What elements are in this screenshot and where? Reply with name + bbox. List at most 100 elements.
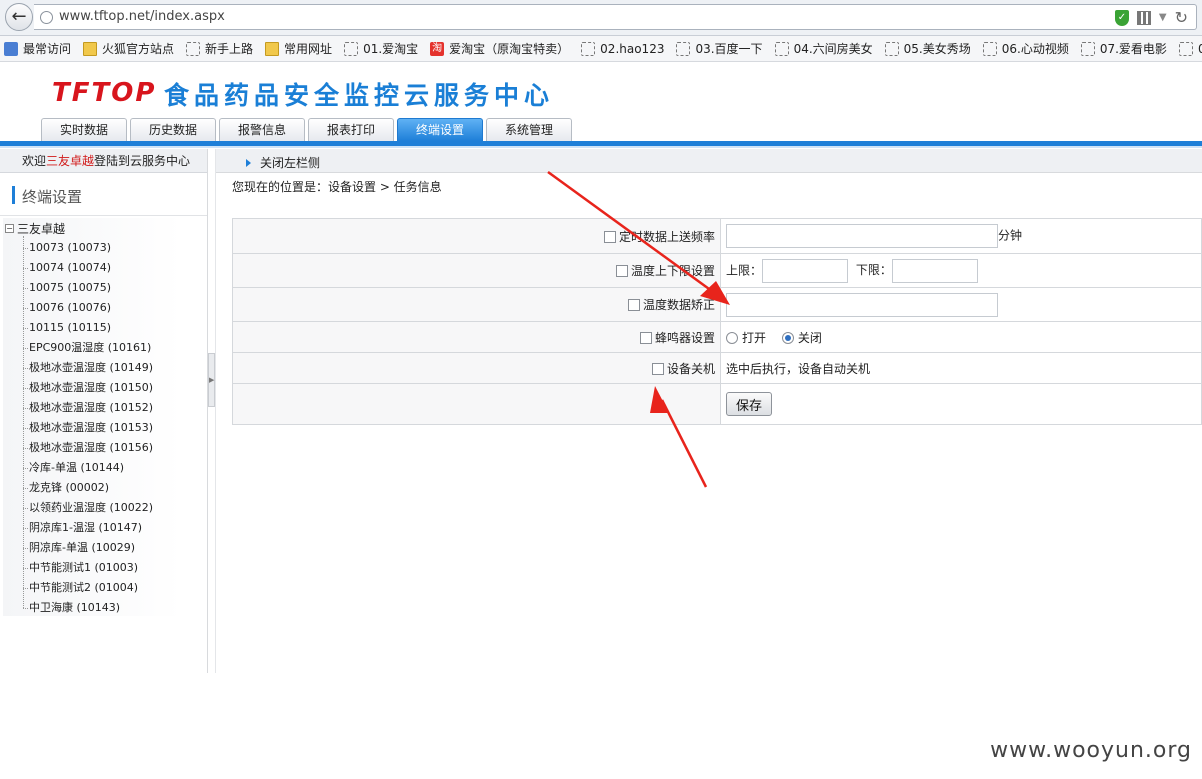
row-temp-limits: 温度上下限设置 上限： 下限： [232,253,1202,288]
bookmark-item[interactable]: 03.百度一下 [676,40,763,57]
bookmark-label[interactable]: 03.百度一下 [695,40,762,57]
tree-item[interactable]: 冷库-单温 (10144) [23,458,153,478]
tree-root-label[interactable]: 三友卓越 [17,220,65,237]
shutdown-hint: 选中后执行，设备自动关机 [726,361,871,376]
bookmark-item[interactable]: 新手上路 [186,40,253,57]
bookmark-label[interactable]: 04.六间房美女 [794,40,873,57]
temp-limits-label: 温度上下限设置 [630,264,715,278]
collapse-minus-icon[interactable]: − [5,224,14,233]
tab-6[interactable]: 系统管理 [486,118,572,141]
bookmark-label[interactable]: 01.爱淘宝 [363,40,418,57]
section-marker [12,186,15,204]
tab-2[interactable]: 历史数据 [130,118,216,141]
sidebar-collapse-handle[interactable]: ▶ [208,353,215,407]
buzzer-off-label: 关闭 [797,330,822,345]
reload-icon[interactable]: ↻ [1175,8,1188,27]
tab-4[interactable]: 报表打印 [308,118,394,141]
sidebar-divider [207,149,208,673]
chevron-down-icon[interactable]: ▼ [1159,12,1167,23]
bookmark-item[interactable]: 常用网址 [265,40,332,57]
security-shield-icon[interactable]: ✓ [1114,9,1129,26]
upload-frequency-label-cell: 定时数据上送频率 [232,218,721,254]
bookmark-item[interactable]: 07.爱看电影 [1080,40,1167,57]
bookmark-label[interactable]: 火狐官方站点 [102,40,174,57]
bookmark-item[interactable]: 02.hao123 [581,41,664,56]
close-sidebar-link[interactable]: 关闭左栏侧 [246,154,320,171]
tree-item[interactable]: 中节能测试2 (01004) [23,578,153,598]
address-field[interactable]: www.tftop.net/index.aspx ✓ ▼ ↻ [34,4,1197,30]
buzzer-on-radio[interactable] [726,331,738,344]
shutdown-checkbox[interactable] [651,362,664,375]
site-title: 食品药品安全监控云服务中心 [164,81,555,110]
bookmark-item[interactable]: 火狐官方站点 [83,40,174,57]
save-button[interactable]: 保存 [726,392,773,416]
tree-item[interactable]: 极地冰壶温湿度 (10153) [23,418,153,438]
bookmark-item[interactable]: 01.爱淘宝 [344,40,418,57]
upload-frequency-input[interactable] [726,224,998,248]
tab-5[interactable]: 终端设置 [397,118,483,141]
qr-code-icon[interactable] [1136,10,1151,25]
upload-frequency-label: 定时数据上送频率 [618,229,715,244]
page-icon [1080,41,1095,56]
bookmark-item[interactable]: 最常访问 [4,40,71,57]
tree-item[interactable]: 10076 (10076) [23,298,153,318]
tree-item[interactable]: 极地冰壶温湿度 (10152) [23,398,153,418]
close-sidebar-label[interactable]: 关闭左栏侧 [260,154,320,171]
buzzer-label: 蜂鸣器设置 [654,330,715,345]
lower-limit-input[interactable] [891,258,978,283]
tree-item[interactable]: 阴凉库-单温 (10029) [23,538,153,558]
bookmark-item[interactable]: 08.相亲网 [1178,40,1202,57]
buzzer-value-cell: 打开 关闭 [720,321,1202,353]
buzzer-off-radio[interactable] [781,331,794,344]
upper-limit-label: 上限： [726,263,763,277]
tree-root[interactable]: − 三友卓越 [5,220,65,237]
tree-item[interactable]: 极地冰壶温湿度 (10156) [23,438,153,458]
temp-calibration-label: 温度数据矫正 [642,298,715,312]
bookmark-label[interactable]: 08.相亲网 [1198,40,1202,57]
bookmark-label[interactable]: 新手上路 [205,40,253,57]
save-label-cell [232,383,721,425]
bookmark-label[interactable]: 爱淘宝（原淘宝特卖） [449,40,569,57]
task-settings-form: 定时数据上送频率 分钟 温度上下限设置 上限： 下限： 温度数据矫正 蜂鸣器设置… [232,218,1202,425]
temp-calibration-value-cell [720,287,1202,322]
bookmark-label[interactable]: 最常访问 [23,40,71,57]
tree-items: 10073 (10073) 10074 (10074) 10075 (10075) 1… [23,238,153,618]
upper-limit-input[interactable] [762,258,849,283]
buzzer-checkbox[interactable] [639,331,652,344]
bookmark-label[interactable]: 06.心动视频 [1002,40,1069,57]
tab-1[interactable]: 实时数据 [41,118,127,141]
bookmark-label[interactable]: 07.爱看电影 [1100,40,1167,57]
tree-item[interactable]: 10074 (10074) [23,258,153,278]
bookmark-item[interactable]: 04.六间房美女 [774,40,873,57]
temp-limits-checkbox[interactable] [615,265,628,277]
bookmark-item[interactable]: 05.美女秀场 [884,40,971,57]
temp-calibration-input[interactable] [726,292,998,317]
tab-3[interactable]: 报警信息 [219,118,305,141]
tree-item[interactable]: 10075 (10075) [23,278,153,298]
tree-item[interactable]: 10073 (10073) [23,238,153,258]
bookmark-label[interactable]: 02.hao123 [600,42,664,56]
shutdown-label: 设备关机 [666,361,715,376]
tree-item[interactable]: 以领药业温湿度 (10022) [23,498,153,518]
bookmark-item[interactable]: 06.心动视频 [982,40,1069,57]
upload-frequency-checkbox[interactable] [603,230,616,243]
upload-frequency-value-cell: 分钟 [720,218,1202,254]
bookmark-label[interactable]: 05.美女秀场 [904,40,971,57]
tree-item[interactable]: 中卫海康 (10143) [23,598,153,618]
tree-item[interactable]: 10115 (10115) [23,318,153,338]
tree-item[interactable]: 极地冰壶温湿度 (10149) [23,358,153,378]
tree-item[interactable]: EPC900温湿度 (10161) [23,338,153,358]
temp-calibration-checkbox[interactable] [627,299,640,311]
page-icon [186,41,201,56]
back-arrow-icon[interactable]: ← [5,3,33,31]
welcome-suffix: 登陆到云服务中心 [94,154,191,168]
browser-url-bar: ← www.tftop.net/index.aspx ✓ ▼ ↻ [0,0,1202,36]
bookmark-label[interactable]: 常用网址 [284,40,332,57]
tree-item[interactable]: 中节能测试1 (01003) [23,558,153,578]
tree-item[interactable]: 阴凉库1-温湿 (10147) [23,518,153,538]
tree-item[interactable]: 龙克锋 (00002) [23,478,153,498]
tree-item[interactable]: 极地冰壶温湿度 (10150) [23,378,153,398]
url-text[interactable]: www.tftop.net/index.aspx [59,9,225,24]
buzzer-label-cell: 蜂鸣器设置 [232,321,721,353]
bookmark-item[interactable]: 淘爱淘宝（原淘宝特卖） [430,40,569,57]
